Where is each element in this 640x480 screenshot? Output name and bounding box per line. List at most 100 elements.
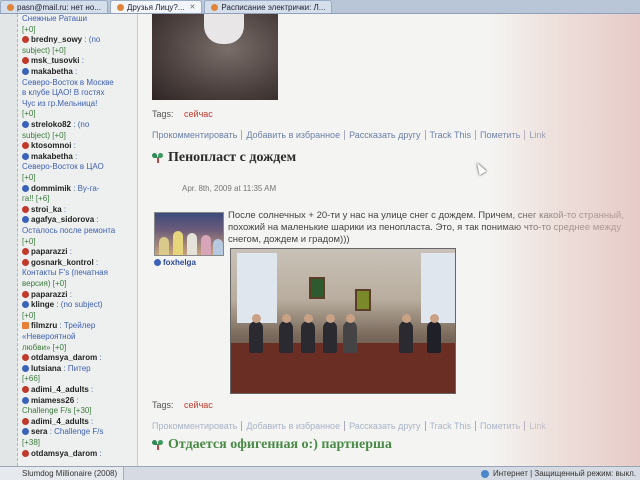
user-avatar[interactable] <box>154 212 224 256</box>
sidebar-username[interactable]: paparazzi <box>31 247 67 256</box>
sidebar-username[interactable]: dommimik <box>31 184 71 193</box>
track-this-link[interactable]: Track This <box>426 421 477 431</box>
tags-label: Tags: <box>152 109 174 119</box>
sidebar-username[interactable]: stroi_ka <box>31 205 62 214</box>
sidebar-user-entry[interactable]: paparazzi : <box>22 247 137 256</box>
sidebar-user-entry[interactable]: agafya_sidorova : <box>22 215 137 224</box>
sidebar-username[interactable]: makabetha <box>31 67 73 76</box>
browser-tab-mail[interactable]: pasn@mail.ru: нет но... <box>0 0 108 13</box>
sidebar-entry-text[interactable]: Challenge F/s [+30] <box>22 406 137 415</box>
sidebar-username[interactable]: miamess26 <box>31 396 74 405</box>
favicon-icon <box>211 3 219 11</box>
sidebar-entry-extra: : <box>72 151 78 161</box>
add-favorite-link[interactable]: Добавить в избранное <box>242 421 346 431</box>
sidebar-username[interactable]: streloko82 <box>31 120 71 129</box>
flag-link[interactable]: Пометить <box>476 421 526 431</box>
sidebar-entry-text[interactable]: [+0] <box>22 311 137 320</box>
sidebar-user-entry[interactable]: otdamsya_darom : <box>22 353 137 362</box>
post3-title[interactable]: Отдается офигенная о:) партнерша <box>152 437 392 453</box>
flag-link[interactable]: Пометить <box>476 130 526 140</box>
sidebar-user-entry[interactable]: miamess26 : <box>22 396 137 405</box>
sidebar-user-entry[interactable]: otdamsya_darom : <box>22 449 137 458</box>
sidebar-user-entry[interactable]: adimi_4_adults : <box>22 417 137 426</box>
sidebar-username[interactable]: makabetha <box>31 152 73 161</box>
user-icon <box>22 68 29 75</box>
sidebar-user-entry[interactable]: adimi_4_adults : <box>22 385 137 394</box>
tell-friend-link[interactable]: Рассказать другу <box>345 130 426 140</box>
tab-label: Расписание электрички: Л... <box>221 2 326 12</box>
user-icon <box>22 121 29 128</box>
tag-link[interactable]: сейчас <box>184 109 213 119</box>
sidebar-user-entry[interactable]: dommimik : Ву-га- <box>22 184 137 193</box>
sidebar-user-entry[interactable]: paparazzi : <box>22 290 137 299</box>
sidebar-entry-text[interactable]: га!! [+6] <box>22 194 137 203</box>
sidebar-entry-text[interactable]: Контакты F's (печатная <box>22 268 137 277</box>
sidebar-entry-text[interactable]: любви» [+0] <box>22 343 137 352</box>
sidebar-username[interactable]: sera <box>31 427 47 436</box>
sidebar-entry-text[interactable]: [+0] <box>22 173 137 182</box>
sidebar-username[interactable]: lutsiana <box>31 364 61 373</box>
sidebar-user-entry[interactable]: sera : Challenge F/s <box>22 427 137 436</box>
sidebar-entry-text[interactable]: [+38] <box>22 438 137 447</box>
post-photo-top[interactable] <box>152 14 278 100</box>
sidebar-username[interactable]: gosnark_kontrol <box>31 258 94 267</box>
author-username[interactable]: foxhelga <box>154 258 196 267</box>
user-icon <box>22 290 29 298</box>
sidebar-entry-text[interactable]: Снежные Раташи <box>22 14 137 23</box>
sidebar-entry-text[interactable]: «Невероятной <box>22 332 137 341</box>
sidebar-entry-text[interactable]: subject) [+0] <box>22 131 137 140</box>
sidebar-entry-text[interactable]: [+0] <box>22 237 137 246</box>
sidebar-user-entry[interactable]: bredny_sowy : (no <box>22 35 137 44</box>
sidebar-user-entry[interactable]: makabetha : <box>22 151 137 161</box>
permalink-link[interactable]: Link <box>525 130 550 140</box>
sidebar-entry-text[interactable]: [+66] <box>22 374 137 383</box>
sidebar-entry-text[interactable]: [+0] <box>22 25 137 34</box>
globe-icon <box>480 469 489 478</box>
post-photo-office[interactable] <box>230 248 456 394</box>
add-favorite-link[interactable]: Добавить в избранное <box>242 130 346 140</box>
browser-tab-strip: pasn@mail.ru: нет но... Друзья Лицу?... … <box>0 0 640 14</box>
comment-link[interactable]: Прокомментировать <box>152 130 243 140</box>
sidebar-entry-text[interactable]: версия) [+0] <box>22 279 137 288</box>
tag-link[interactable]: сейчас <box>184 400 213 410</box>
close-icon[interactable]: ✕ <box>190 3 196 11</box>
sidebar-user-entry[interactable]: ktosomnoi : <box>22 141 137 150</box>
sidebar-user-entry[interactable]: klinge : (no subject) <box>22 300 137 309</box>
sidebar-user-entry[interactable]: filmzru : Трейлер <box>22 321 137 330</box>
browser-tab-schedule[interactable]: Расписание электрички: Л... <box>204 0 333 13</box>
status-zone: Интернет | Защищенный режим: выкл. <box>480 469 640 478</box>
sidebar-username[interactable]: klinge <box>31 300 54 309</box>
tell-friend-link[interactable]: Рассказать другу <box>345 421 426 431</box>
sidebar-username[interactable]: adimi_4_adults <box>31 385 89 394</box>
user-icon <box>22 417 29 425</box>
sidebar-username[interactable]: ktosomnoi <box>31 141 71 150</box>
taskbar-item[interactable]: Slumdog Millionaire (2008) <box>0 466 125 480</box>
sidebar-entry-text[interactable]: Северо-Восток в ЦАО <box>22 162 137 171</box>
sidebar-entry-text[interactable]: Осталось после ремонта <box>22 226 137 235</box>
sidebar-user-entry[interactable]: lutsiana : Питер <box>22 364 137 373</box>
track-this-link[interactable]: Track This <box>426 130 477 140</box>
sidebar-entry-text[interactable]: [+0] <box>22 109 137 118</box>
sidebar-username[interactable]: agafya_sidorova <box>31 215 94 224</box>
sidebar-user-entry[interactable]: streloko82 : (no <box>22 120 137 129</box>
sidebar-entry-text[interactable]: в клубе ЦАО! В гостях <box>22 88 137 97</box>
sidebar-username[interactable]: filmzru <box>31 321 57 330</box>
sidebar-user-entry[interactable]: makabetha : <box>22 67 137 76</box>
sidebar-entry-text[interactable]: Северо-Восток в Москве <box>22 78 137 87</box>
sidebar-username[interactable]: msk_tusovki <box>31 56 79 65</box>
sidebar-user-entry[interactable]: gosnark_kontrol : <box>22 258 137 267</box>
sidebar-username[interactable]: adimi_4_adults <box>31 417 89 426</box>
sidebar-username[interactable]: bredny_sowy <box>31 35 82 44</box>
sidebar-user-entry[interactable]: stroi_ka : <box>22 205 137 214</box>
user-icon <box>22 354 29 362</box>
post2-title[interactable]: Пенопласт с дождем <box>152 150 296 166</box>
browser-tab-friends[interactable]: Друзья Лицу?... ✕ <box>109 0 203 13</box>
sidebar-username[interactable]: paparazzi <box>31 290 67 299</box>
sidebar-entry-text[interactable]: Чус из гр.Мельница! <box>22 99 137 108</box>
comment-link[interactable]: Прокомментировать <box>152 421 243 431</box>
sidebar-user-entry[interactable]: msk_tusovki : <box>22 56 137 65</box>
sidebar-username[interactable]: otdamsya_darom <box>31 353 97 362</box>
permalink-link[interactable]: Link <box>525 421 550 431</box>
sidebar-entry-text[interactable]: subject) [+0] <box>22 46 137 55</box>
sidebar-username[interactable]: otdamsya_darom <box>31 449 97 458</box>
